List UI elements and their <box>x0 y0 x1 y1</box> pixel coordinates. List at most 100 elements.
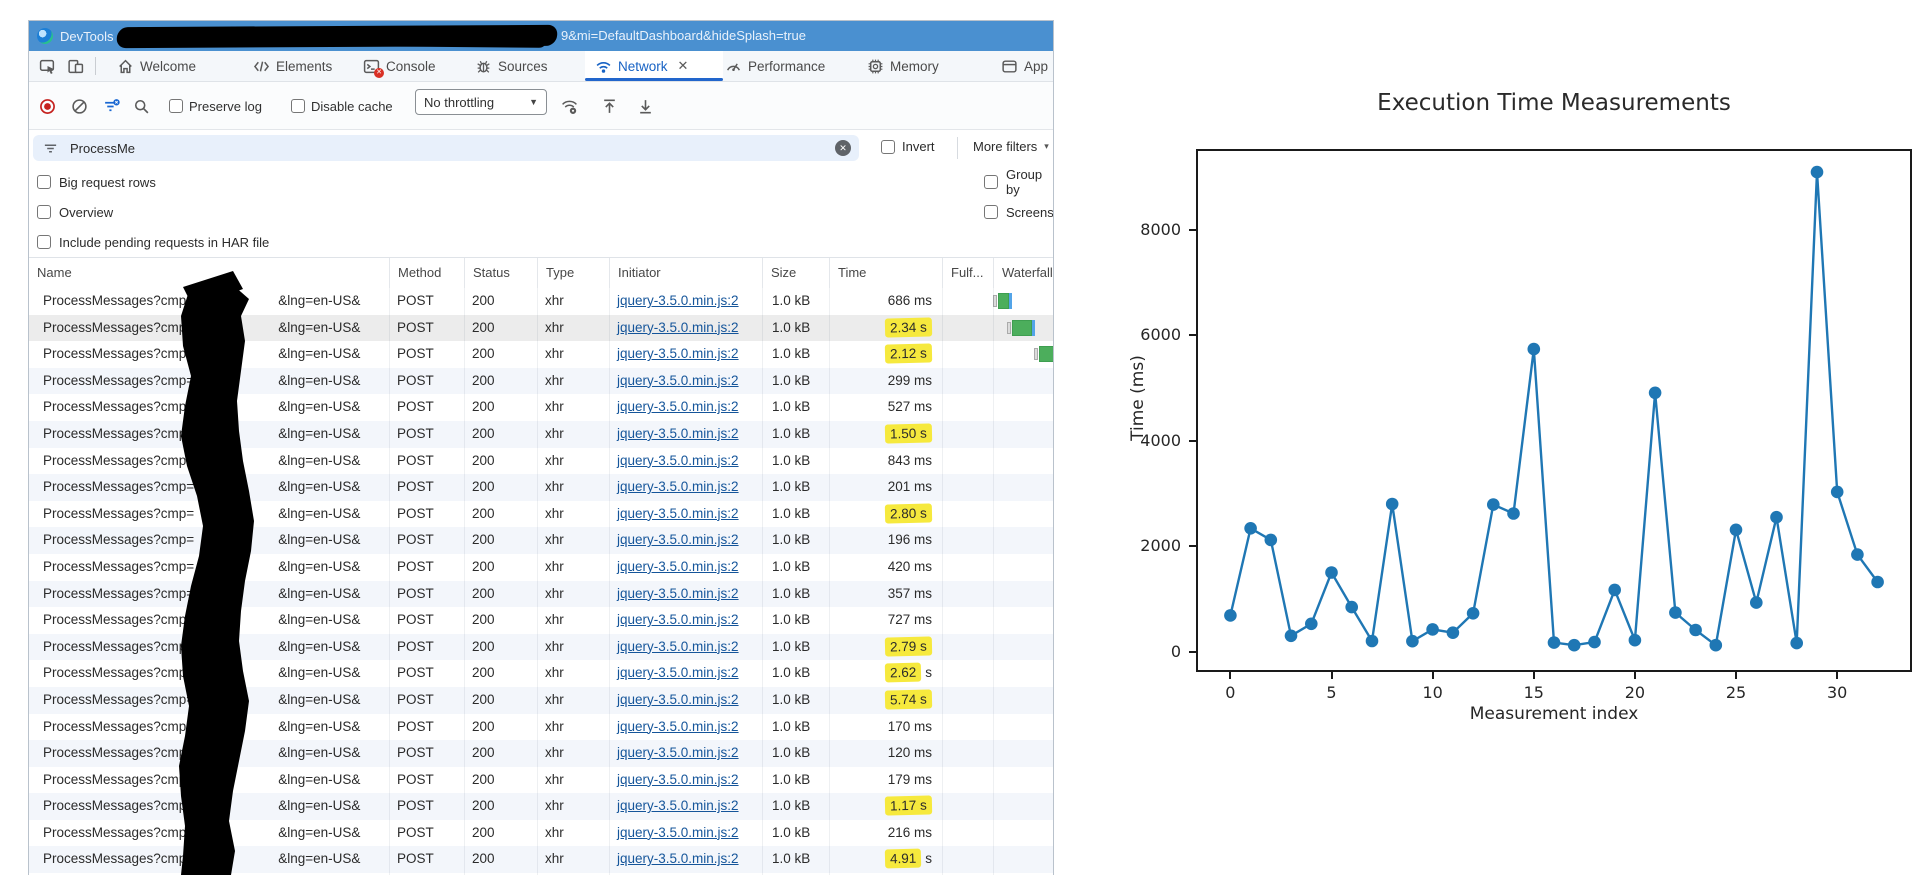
request-row[interactable]: ProcessMessages?cmp=&lng=en-US&POST200xh… <box>29 793 1053 820</box>
request-row[interactable]: ProcessMessages?cmp=&lng=en-US&POST200xh… <box>29 660 1053 687</box>
initiator-link[interactable]: jquery-3.5.0.min.js:2 <box>617 399 739 414</box>
request-name[interactable]: ProcessMessages?cmp=&lng=en-US& <box>29 607 389 634</box>
column-header-size[interactable]: Size <box>762 258 829 288</box>
request-name[interactable]: ProcessMessages?cmp=&lng=en-US& <box>29 474 389 501</box>
request-row[interactable]: ProcessMessages?cmp=&lng=en-US&POST200xh… <box>29 581 1053 608</box>
request-name[interactable]: ProcessMessages?cmp=&lng=en-US& <box>29 315 389 342</box>
big-request-rows-checkbox[interactable]: Big request rows <box>37 172 156 192</box>
request-name[interactable]: ProcessMessages?cmp=&lng=en-US& <box>29 288 389 315</box>
column-header-initiator[interactable]: Initiator <box>609 258 762 288</box>
include-pending-checkbox[interactable]: Include pending requests in HAR file <box>37 232 269 252</box>
request-name[interactable]: ProcessMessages?cmp=&lng=en-US& <box>29 846 389 873</box>
initiator-link[interactable]: jquery-3.5.0.min.js:2 <box>617 719 739 734</box>
request-name[interactable]: ProcessMessages?cmp=&lng=en-US& <box>29 660 389 687</box>
initiator-link[interactable]: jquery-3.5.0.min.js:2 <box>617 506 739 521</box>
request-row[interactable]: ProcessMessages?cmp=&lng=en-US&POST200xh… <box>29 288 1053 315</box>
column-header-waterfall[interactable]: Waterfall <box>993 258 1053 288</box>
screenshots-checkbox[interactable]: Screensho <box>984 202 1054 222</box>
clear-button[interactable] <box>71 96 88 116</box>
request-row[interactable]: ProcessMessages?cmp=&lng=en-US&POST200xh… <box>29 368 1053 395</box>
record-button[interactable] <box>39 96 56 116</box>
initiator-link[interactable]: jquery-3.5.0.min.js:2 <box>617 293 739 308</box>
request-name[interactable]: ProcessMessages?cmp=&lng=en-US& <box>29 368 389 395</box>
request-row[interactable]: ProcessMessages?cmp=&lng=en-US&POST200xh… <box>29 421 1053 448</box>
request-name[interactable]: ProcessMessages?cmp=&lng=en-US& <box>29 740 389 767</box>
initiator-link[interactable]: jquery-3.5.0.min.js:2 <box>617 532 739 547</box>
column-header-status[interactable]: Status <box>464 258 537 288</box>
request-name[interactable]: ProcessMessages?cmp=&lng=en-US& <box>29 820 389 847</box>
overview-checkbox[interactable]: Overview <box>37 202 113 222</box>
request-row[interactable]: ProcessMessages?cmp=&lng=en-US&POST200xh… <box>29 341 1053 368</box>
request-row[interactable]: ProcessMessages?cmp=&lng=en-US&POST200xh… <box>29 714 1053 741</box>
tab-sources[interactable]: Sources <box>475 51 548 81</box>
request-row[interactable]: ProcessMessages?cmp=&lng=en-US&POST200xh… <box>29 846 1053 873</box>
column-header-time[interactable]: Time <box>829 258 942 288</box>
request-row[interactable]: ProcessMessages?cmp=&lng=en-US&POST200xh… <box>29 527 1053 554</box>
request-name[interactable]: ProcessMessages?cmp=&lng=en-US& <box>29 421 389 448</box>
request-name[interactable]: ProcessMessages?cmp=&lng=en-US& <box>29 341 389 368</box>
device-toolbar-button[interactable] <box>67 51 84 81</box>
request-name[interactable]: ProcessMessages?cmp=&lng=en-US& <box>29 501 389 528</box>
request-name[interactable]: ProcessMessages?cmp=&lng=en-US& <box>29 687 389 714</box>
throttling-select[interactable]: No throttling ▼ <box>415 92 547 112</box>
tab-welcome[interactable]: Welcome <box>117 51 196 81</box>
column-header-name[interactable]: Name <box>29 258 389 288</box>
request-name[interactable]: ProcessMessages?cmp=&lng=en-US& <box>29 634 389 661</box>
request-row[interactable]: ProcessMessages?cmp=&lng=en-US&POST200xh… <box>29 315 1053 342</box>
request-name[interactable]: ProcessMessages?cmp=&lng=en-US& <box>29 394 389 421</box>
export-har-button[interactable] <box>637 96 654 116</box>
search-button[interactable] <box>133 96 150 116</box>
column-header-fulf[interactable]: Fulf... <box>942 258 993 288</box>
initiator-link[interactable]: jquery-3.5.0.min.js:2 <box>617 772 739 787</box>
preserve-log-checkbox[interactable]: Preserve log <box>169 96 262 116</box>
request-row[interactable]: ProcessMessages?cmp=&lng=en-US&POST200xh… <box>29 607 1053 634</box>
tab-elements[interactable]: Elements <box>253 51 332 81</box>
request-name[interactable]: ProcessMessages?cmp=&lng=en-US& <box>29 793 389 820</box>
tab-network-close-icon[interactable]: ✕ <box>678 58 689 74</box>
request-name[interactable]: ProcessMessages?cmp=&lng=en-US& <box>29 581 389 608</box>
tab-performance[interactable]: Performance <box>725 51 825 81</box>
tab-network[interactable]: Network ✕ <box>585 51 723 81</box>
request-row[interactable]: ProcessMessages?cmp=&lng=en-US&POST200xh… <box>29 740 1053 767</box>
initiator-link[interactable]: jquery-3.5.0.min.js:2 <box>617 745 739 760</box>
request-row[interactable]: ProcessMessages?cmp=&lng=en-US&POST200xh… <box>29 448 1053 475</box>
initiator-link[interactable]: jquery-3.5.0.min.js:2 <box>617 373 739 388</box>
request-row[interactable]: ProcessMessages?cmp=&lng=en-US&POST200xh… <box>29 554 1053 581</box>
column-header-method[interactable]: Method <box>389 258 464 288</box>
request-row[interactable]: ProcessMessages?cmp=&lng=en-US&POST200xh… <box>29 767 1053 794</box>
request-row[interactable]: ProcessMessages?cmp=&lng=en-US&POST200xh… <box>29 501 1053 528</box>
initiator-link[interactable]: jquery-3.5.0.min.js:2 <box>617 692 739 707</box>
filter-toggle-button[interactable] <box>103 96 120 116</box>
request-row[interactable]: ProcessMessages?cmp=&lng=en-US&POST200xh… <box>29 634 1053 661</box>
tab-application[interactable]: App <box>1001 51 1048 81</box>
initiator-link[interactable]: jquery-3.5.0.min.js:2 <box>617 320 739 335</box>
tab-console[interactable]: ✕ Console <box>363 51 436 81</box>
initiator-link[interactable]: jquery-3.5.0.min.js:2 <box>617 612 739 627</box>
tab-memory[interactable]: Memory <box>867 51 939 81</box>
request-name[interactable]: ProcessMessages?cmp=&lng=en-US& <box>29 554 389 581</box>
initiator-link[interactable]: jquery-3.5.0.min.js:2 <box>617 453 739 468</box>
initiator-link[interactable]: jquery-3.5.0.min.js:2 <box>617 798 739 813</box>
initiator-link[interactable]: jquery-3.5.0.min.js:2 <box>617 665 739 680</box>
request-name[interactable]: ProcessMessages?cmp=&lng=en-US& <box>29 714 389 741</box>
request-row[interactable]: ProcessMessages?cmp=&lng=en-US&POST200xh… <box>29 820 1053 847</box>
import-har-button[interactable] <box>601 96 618 116</box>
initiator-link[interactable]: jquery-3.5.0.min.js:2 <box>617 479 739 494</box>
initiator-link[interactable]: jquery-3.5.0.min.js:2 <box>617 639 739 654</box>
request-row[interactable]: ProcessMessages?cmp=&lng=en-US&POST200xh… <box>29 474 1053 501</box>
more-filters-button[interactable]: More filters ▾ <box>973 139 1049 154</box>
request-name[interactable]: ProcessMessages?cmp=&lng=en-US& <box>29 448 389 475</box>
filter-input[interactable]: ProcessMe <box>33 135 859 161</box>
initiator-link[interactable]: jquery-3.5.0.min.js:2 <box>617 426 739 441</box>
request-name[interactable]: ProcessMessages?cmp=&lng=en-US& <box>29 527 389 554</box>
invert-checkbox[interactable]: Invert <box>881 139 935 154</box>
initiator-link[interactable]: jquery-3.5.0.min.js:2 <box>617 825 739 840</box>
network-conditions-button[interactable] <box>561 96 578 116</box>
initiator-link[interactable]: jquery-3.5.0.min.js:2 <box>617 851 739 866</box>
initiator-link[interactable]: jquery-3.5.0.min.js:2 <box>617 346 739 361</box>
initiator-link[interactable]: jquery-3.5.0.min.js:2 <box>617 586 739 601</box>
request-name[interactable]: ProcessMessages?cmp=&lng=en-US& <box>29 767 389 794</box>
disable-cache-checkbox[interactable]: Disable cache <box>291 96 393 116</box>
inspect-element-button[interactable] <box>39 51 56 81</box>
group-by-checkbox[interactable]: Group by <box>984 172 1053 192</box>
